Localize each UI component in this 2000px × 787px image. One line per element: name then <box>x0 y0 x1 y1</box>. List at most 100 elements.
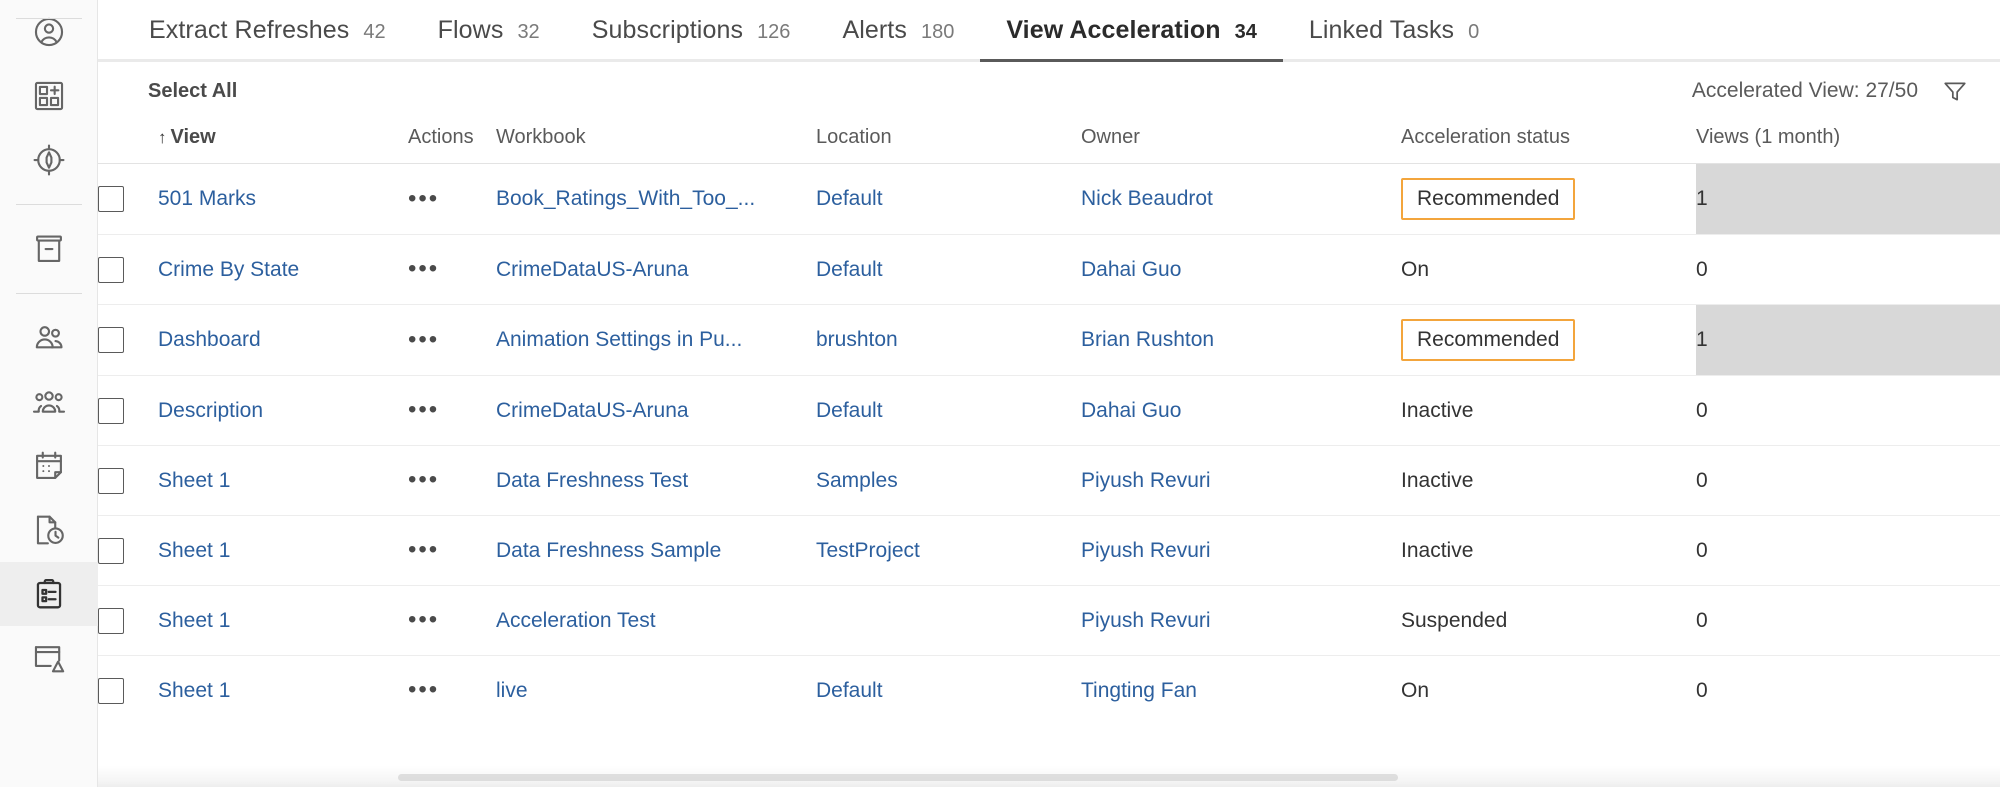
column-header-view[interactable]: ↑View <box>158 120 408 164</box>
acceleration-status-cell: On <box>1401 656 1696 726</box>
location-cell: brushton <box>816 305 1081 376</box>
owner-link[interactable]: Piyush Revuri <box>1081 609 1211 632</box>
column-header-status[interactable]: Acceleration status <box>1401 120 1696 164</box>
tab-view-acceleration[interactable]: View Acceleration34 <box>980 16 1283 59</box>
column-header-views[interactable]: Views (1 month) <box>1696 120 2000 164</box>
column-header-location[interactable]: Location <box>816 120 1081 164</box>
row-actions-menu-button[interactable]: ••• <box>408 536 439 563</box>
sidebar-item-explore[interactable] <box>0 128 98 192</box>
acceleration-status-cell: Inactive <box>1401 376 1696 446</box>
view-link[interactable]: Sheet 1 <box>158 469 230 492</box>
owner-cell: Piyush Revuri <box>1081 446 1401 516</box>
location-link[interactable]: Samples <box>816 469 898 492</box>
table-row[interactable]: Sheet 1 ••• Data Freshness Sample TestProje… <box>98 516 2000 586</box>
sidebar-item-archive[interactable] <box>0 217 98 281</box>
location-link[interactable]: Default <box>816 187 883 210</box>
row-checkbox[interactable] <box>98 398 124 424</box>
tab-subscriptions[interactable]: Subscriptions126 <box>566 16 817 59</box>
row-checkbox[interactable] <box>98 257 124 283</box>
actions-cell: ••• <box>408 164 496 235</box>
workbook-link[interactable]: CrimeDataUS-Aruna <box>496 258 689 281</box>
workbook-link[interactable]: Data Freshness Test <box>496 469 688 492</box>
view-link[interactable]: Dashboard <box>158 328 261 351</box>
view-link[interactable]: Sheet 1 <box>158 539 230 562</box>
table-row[interactable]: Sheet 1 ••• Acceleration Test Piyush Revuri… <box>98 586 2000 656</box>
owner-link[interactable]: Brian Rushton <box>1081 328 1214 351</box>
actions-cell: ••• <box>408 235 496 305</box>
row-actions-menu-button[interactable]: ••• <box>408 466 439 493</box>
row-checkbox[interactable] <box>98 678 124 704</box>
owner-link[interactable]: Dahai Guo <box>1081 258 1181 281</box>
horizontal-scrollbar[interactable] <box>398 774 1398 781</box>
location-link[interactable]: Default <box>816 258 883 281</box>
tab-flows[interactable]: Flows32 <box>412 16 566 59</box>
owner-link[interactable]: Piyush Revuri <box>1081 539 1211 562</box>
sidebar-item-groups[interactable] <box>0 370 98 434</box>
location-link[interactable]: brushton <box>816 328 898 351</box>
table-row[interactable]: Sheet 1 ••• live Default Tingting Fan On0 <box>98 656 2000 726</box>
select-all-button[interactable]: Select All <box>148 80 237 103</box>
row-actions-menu-button[interactable]: ••• <box>408 185 439 212</box>
tab-extract-refreshes[interactable]: Extract Refreshes42 <box>123 16 412 59</box>
location-link[interactable]: Default <box>816 679 883 702</box>
sidebar-item-account[interactable] <box>0 0 98 64</box>
owner-link[interactable]: Dahai Guo <box>1081 399 1181 422</box>
location-link[interactable]: TestProject <box>816 539 920 562</box>
header-checkbox-col <box>98 120 158 164</box>
sidebar-item-schedules[interactable] <box>0 434 98 498</box>
location-cell: TestProject <box>816 516 1081 586</box>
column-header-actions[interactable]: Actions <box>408 120 496 164</box>
row-checkbox-cell <box>98 376 158 446</box>
owner-link[interactable]: Tingting Fan <box>1081 679 1197 702</box>
row-actions-menu-button[interactable]: ••• <box>408 396 439 423</box>
table-row[interactable]: 501 Marks ••• Book_Ratings_With_Too_... Def… <box>98 164 2000 235</box>
workbook-link[interactable]: Data Freshness Sample <box>496 539 721 562</box>
workbook-link[interactable]: Animation Settings in Pu... <box>496 328 742 351</box>
column-header-label: View <box>171 126 216 148</box>
row-actions-menu-button[interactable]: ••• <box>408 676 439 703</box>
table-body: 501 Marks ••• Book_Ratings_With_Too_... Def… <box>98 164 2000 726</box>
workbook-link[interactable]: live <box>496 679 528 702</box>
workbook-link[interactable]: CrimeDataUS-Aruna <box>496 399 689 422</box>
view-link[interactable]: Sheet 1 <box>158 679 230 702</box>
workbook-link[interactable]: Acceleration Test <box>496 609 656 632</box>
table-row[interactable]: Description ••• CrimeDataUS-Aruna Default Da… <box>98 376 2000 446</box>
owner-link[interactable]: Piyush Revuri <box>1081 469 1211 492</box>
sidebar-item-create[interactable] <box>0 64 98 128</box>
row-actions-menu-button[interactable]: ••• <box>408 606 439 633</box>
view-link[interactable]: 501 Marks <box>158 187 256 210</box>
tab-alerts[interactable]: Alerts180 <box>816 16 980 59</box>
row-checkbox[interactable] <box>98 327 124 353</box>
tab-count: 180 <box>921 21 954 44</box>
row-actions-menu-button[interactable]: ••• <box>408 326 439 353</box>
tab-linked-tasks[interactable]: Linked Tasks0 <box>1283 16 1505 59</box>
views-value: 0 <box>1696 679 2000 703</box>
view-link[interactable]: Sheet 1 <box>158 609 230 632</box>
workbook-link[interactable]: Book_Ratings_With_Too_... <box>496 187 755 210</box>
row-checkbox[interactable] <box>98 186 124 212</box>
view-link[interactable]: Crime By State <box>158 258 299 281</box>
location-cell: Default <box>816 235 1081 305</box>
filter-funnel-icon[interactable] <box>1940 76 1970 106</box>
table-row[interactable]: Crime By State ••• CrimeDataUS-Aruna Defaul… <box>98 235 2000 305</box>
sidebar-item-alerts[interactable] <box>0 626 98 690</box>
tab-count: 32 <box>517 21 539 44</box>
column-header-workbook[interactable]: Workbook <box>496 120 816 164</box>
view-cell: Sheet 1 <box>158 586 408 656</box>
row-checkbox[interactable] <box>98 468 124 494</box>
row-checkbox-cell <box>98 305 158 376</box>
workbook-cell: Book_Ratings_With_Too_... <box>496 164 816 235</box>
column-header-owner[interactable]: Owner <box>1081 120 1401 164</box>
sidebar-item-tasks[interactable] <box>0 562 98 626</box>
sidebar-item-users[interactable] <box>0 306 98 370</box>
table-row[interactable]: Sheet 1 ••• Data Freshness Test Samples Piyu… <box>98 446 2000 516</box>
location-link[interactable]: Default <box>816 399 883 422</box>
sidebar-item-extract-refreshes[interactable] <box>0 498 98 562</box>
views-cell: 0 <box>1696 446 2000 516</box>
view-link[interactable]: Description <box>158 399 263 422</box>
row-checkbox[interactable] <box>98 538 124 564</box>
row-actions-menu-button[interactable]: ••• <box>408 255 439 282</box>
row-checkbox[interactable] <box>98 608 124 634</box>
owner-link[interactable]: Nick Beaudrot <box>1081 187 1213 210</box>
table-row[interactable]: Dashboard ••• Animation Settings in Pu... b… <box>98 305 2000 376</box>
